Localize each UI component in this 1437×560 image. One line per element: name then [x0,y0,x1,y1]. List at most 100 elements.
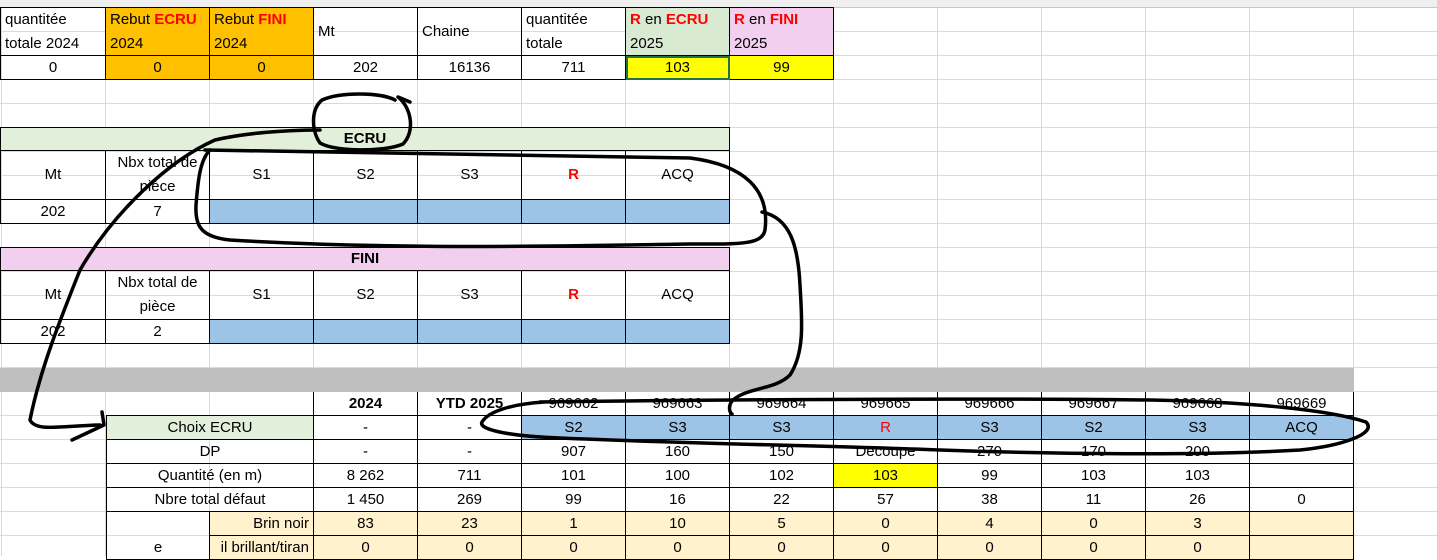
ecru-r-value[interactable] [522,200,626,224]
table-cell[interactable]: 102 [730,464,834,488]
table-cell[interactable]: 38 [938,488,1042,512]
fini-col-s2[interactable]: S2 [314,271,418,320]
table-cell[interactable]: 0 [522,536,626,560]
table-cell[interactable]: S3 [626,416,730,440]
ecru-s3-value[interactable] [418,200,522,224]
detail-header-lot[interactable]: 969666 [938,392,1042,416]
table-cell[interactable]: 99 [938,464,1042,488]
table-cell[interactable]: 0 [938,536,1042,560]
table-cell[interactable]: 22 [730,488,834,512]
fini-col-s1[interactable]: S1 [210,271,314,320]
table-cell[interactable]: 0 [418,536,522,560]
table-cell[interactable]: - [418,416,522,440]
row-label-quantite[interactable]: Quantité (en m) [106,464,314,488]
detail-header-lot[interactable]: 969668 [1146,392,1250,416]
table-cell[interactable]: 8 262 [314,464,418,488]
ecru-mt-label[interactable]: Mt [0,151,106,200]
header-rebut-fini-2024[interactable]: Rebut FINI 2024 [210,7,314,56]
detail-header-ytd-2025[interactable]: YTD 2025 [418,392,522,416]
table-cell[interactable]: 711 [418,464,522,488]
detail-header-2024[interactable]: 2024 [314,392,418,416]
table-cell[interactable]: 0 [626,536,730,560]
table-cell[interactable]: S2 [1042,416,1146,440]
table-cell[interactable]: 269 [418,488,522,512]
value-quantite-totale[interactable]: 711 [522,56,626,80]
table-cell[interactable]: 103 [1042,464,1146,488]
fini-acq-value[interactable] [626,320,730,344]
table-cell[interactable]: 0 [1042,512,1146,536]
header-mt[interactable]: Mt [314,7,418,56]
table-cell[interactable]: 99 [522,488,626,512]
ecru-nbx-label[interactable]: Nbx total de pièce [106,151,210,200]
table-cell[interactable]: S3 [730,416,834,440]
row-label-dp[interactable]: DP [106,440,314,464]
ecru-acq-value[interactable] [626,200,730,224]
header-r-en-ecru-2025[interactable]: R en ECRU 2025 [626,7,730,56]
table-cell[interactable]: 1 450 [314,488,418,512]
detail-header-lot[interactable]: 969667 [1042,392,1146,416]
ecru-col-s2[interactable]: S2 [314,151,418,200]
fini-r-value[interactable] [522,320,626,344]
header-chaine[interactable]: Chaine [418,7,522,56]
fini-s3-value[interactable] [418,320,522,344]
header-r-en-fini-2025[interactable]: R en FINI 2025 [730,7,834,56]
table-cell[interactable]: 11 [1042,488,1146,512]
table-cell[interactable]: 100 [626,464,730,488]
defect-group-label[interactable]: e [106,512,210,560]
ecru-s1-value[interactable] [210,200,314,224]
ecru-nbx-value[interactable]: 7 [106,200,210,224]
fini-nbx-value[interactable]: 2 [106,320,210,344]
detail-header-lot[interactable]: 969665 [834,392,938,416]
table-cell[interactable]: - [314,416,418,440]
table-cell[interactable]: 200 [1146,440,1250,464]
table-cell[interactable]: 101 [522,464,626,488]
table-cell[interactable]: 160 [626,440,730,464]
table-cell[interactable]: 3 [1146,512,1250,536]
table-cell[interactable]: - [314,440,418,464]
table-cell[interactable] [1250,512,1354,536]
fini-col-acq[interactable]: ACQ [626,271,730,320]
table-cell[interactable]: 23 [418,512,522,536]
table-cell[interactable]: 5 [730,512,834,536]
detail-header-lot[interactable]: 969662 [522,392,626,416]
fini-col-r[interactable]: R [522,271,626,320]
spreadsheet[interactable]: quantitée totale 2024 Rebut ECRU 2024 Rebu… [0,0,1437,560]
table-cell[interactable]: 0 [834,512,938,536]
table-cell[interactable]: 10 [626,512,730,536]
detail-header-blank[interactable] [106,392,314,416]
detail-header-lot[interactable]: 969663 [626,392,730,416]
row-label-nbre-defaut[interactable]: Nbre total défaut [106,488,314,512]
fini-title[interactable]: FINI [0,247,730,271]
fini-s2-value[interactable] [314,320,418,344]
table-cell[interactable]: 150 [730,440,834,464]
table-cell[interactable]: 270 [938,440,1042,464]
table-cell[interactable]: R [834,416,938,440]
value-quantite-2024[interactable]: 0 [0,56,106,80]
table-cell[interactable]: 103 [834,464,938,488]
table-cell[interactable]: 103 [1146,464,1250,488]
ecru-col-acq[interactable]: ACQ [626,151,730,200]
table-cell[interactable]: 4 [938,512,1042,536]
table-cell[interactable]: 0 [834,536,938,560]
value-r-en-ecru-2025[interactable]: 103 [626,56,730,80]
header-quantite-totale[interactable]: quantitée totale [522,7,626,56]
fini-col-s3[interactable]: S3 [418,271,522,320]
value-r-en-fini-2025[interactable]: 99 [730,56,834,80]
table-cell[interactable]: 0 [1042,536,1146,560]
value-rebut-fini-2024[interactable]: 0 [210,56,314,80]
ecru-mt-value[interactable]: 202 [0,200,106,224]
value-rebut-ecru-2024[interactable]: 0 [106,56,210,80]
ecru-title[interactable]: ECRU [0,127,730,151]
table-cell[interactable] [1250,464,1354,488]
value-chaine[interactable]: 16136 [418,56,522,80]
header-rebut-ecru-2024[interactable]: Rebut ECRU 2024 [106,7,210,56]
table-cell[interactable] [1250,536,1354,560]
detail-header-lot[interactable]: 969664 [730,392,834,416]
table-cell[interactable]: 0 [1146,536,1250,560]
ecru-col-r[interactable]: R [522,151,626,200]
table-cell[interactable] [1250,440,1354,464]
header-quantite-2024[interactable]: quantitée totale 2024 [0,7,106,56]
ecru-col-s3[interactable]: S3 [418,151,522,200]
table-cell[interactable]: 83 [314,512,418,536]
row-label-fil-brillant[interactable]: il brillant/tiran [210,536,314,560]
